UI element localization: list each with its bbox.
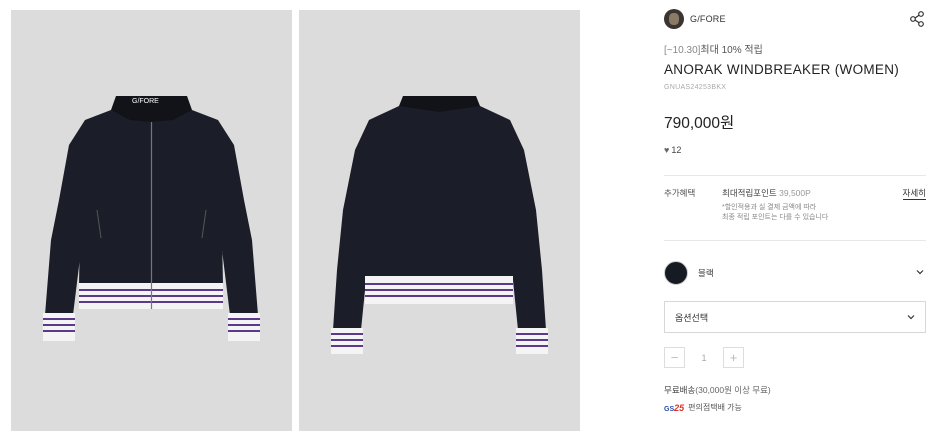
shipping-label: 무료배송: [664, 385, 696, 395]
promo-label: 최대 10% 적립: [700, 45, 763, 56]
jacket-back-illustration: [331, 96, 548, 354]
quantity-value[interactable]: 1: [685, 353, 723, 363]
product-title: ANORAK WINDBREAKER (WOMEN): [664, 62, 900, 77]
promo-date: [~10.30]: [664, 45, 701, 56]
gs25-logo-text: GS: [664, 405, 675, 413]
product-sku: GNUAS24253BKX: [664, 84, 727, 91]
points-label: 최대적립포인트: [722, 188, 777, 198]
brand-logo[interactable]: [664, 9, 684, 29]
gs-delivery-text: 편의점택배 가능: [688, 403, 742, 412]
chevron-down-icon: [907, 315, 915, 320]
gs25-logo: GS25: [664, 403, 684, 413]
color-name: 블랙: [698, 268, 714, 278]
quantity-stepper: − 1 +: [664, 347, 926, 368]
brand-name[interactable]: G/FORE: [690, 14, 726, 24]
benefit-section: 추가혜택 최대적립포인트 39,500P 자세히 *할인적용과 실 결제 금액에…: [664, 187, 926, 231]
benefit-note-line2: 최종 적립 포인트는 다를 수 있습니다: [722, 214, 829, 221]
color-swatch[interactable]: [664, 261, 688, 285]
gs-delivery: GS25 편의점택배 가능: [664, 402, 926, 413]
shipping-condition: (30,000원 이상 무료): [695, 385, 771, 395]
product-image-back[interactable]: [299, 10, 580, 431]
jacket-front-illustration: G/FORE: [43, 96, 260, 341]
divider: [664, 240, 926, 241]
benefit-note: *할인적용과 실 결제 금액에 따라 최종 적립 포인트는 다를 수 있습니다: [722, 203, 828, 223]
like-count: 12: [671, 145, 682, 155]
product-info-panel: G/FORE [~10.30]최대 10% 적립 ANORAK WINDBREA…: [664, 8, 926, 413]
collar-brand-label: G/FORE: [132, 98, 159, 105]
gs25-logo-num: 25: [674, 402, 685, 413]
shipping-info: 무료배송(30,000원 이상 무료): [664, 384, 926, 396]
divider: [664, 175, 926, 176]
points-value: 39,500P: [779, 188, 811, 198]
option-select-label: 옵션선택: [675, 312, 709, 323]
like-button[interactable]: ♥ 12: [664, 145, 926, 155]
brand-row: G/FORE: [664, 8, 926, 30]
quantity-plus-button[interactable]: +: [723, 347, 744, 368]
promo-text: [~10.30]최대 10% 적립: [664, 41, 926, 56]
product-price: 790,000원: [664, 115, 735, 132]
benefit-points: 최대적립포인트 39,500P: [722, 187, 811, 199]
chevron-down-icon: [916, 270, 924, 275]
benefit-label: 추가혜택: [664, 188, 696, 198]
benefit-detail-link[interactable]: 자세히: [902, 187, 926, 200]
heart-icon: ♥: [664, 145, 670, 155]
option-select[interactable]: 옵션선택: [664, 301, 926, 333]
share-icon[interactable]: [908, 10, 926, 28]
product-image-front[interactable]: G/FORE: [11, 10, 292, 431]
benefit-note-line1: *할인적용과 실 결제 금액에 따라: [722, 204, 817, 211]
color-selector[interactable]: 블랙: [664, 261, 926, 285]
quantity-minus-button[interactable]: −: [664, 347, 685, 368]
